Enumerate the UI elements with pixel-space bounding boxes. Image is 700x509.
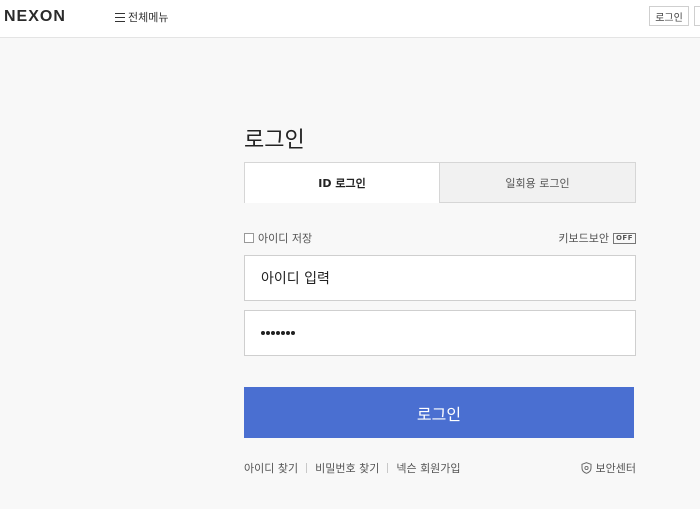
header-login-button[interactable]: 로그인 (649, 6, 689, 26)
find-password-link[interactable]: 비밀번호 찾기 (315, 460, 379, 476)
keyboard-security-state-badge: OFF (612, 232, 636, 244)
password-input[interactable] (244, 310, 636, 356)
signup-link[interactable]: 넥슨 회원가입 (396, 460, 460, 476)
hamburger-icon (115, 12, 125, 22)
password-mask-dot (266, 331, 270, 335)
login-tabs: ID 로그인 일회용 로그인 (244, 162, 636, 203)
tab-otp-login[interactable]: 일회용 로그인 (440, 162, 636, 203)
top-bar: NEXON 전체메뉴 로그인 (0, 0, 700, 38)
header-next-button[interactable] (694, 6, 700, 26)
password-mask-dot (286, 331, 290, 335)
full-menu-button[interactable]: 전체메뉴 (115, 9, 168, 25)
password-mask-dot (281, 331, 285, 335)
password-mask (261, 331, 295, 335)
shield-icon (581, 462, 592, 474)
footer-links: 아이디 찾기 비밀번호 찾기 넥슨 회원가입 보안센터 (244, 460, 636, 476)
password-mask-dot (291, 331, 295, 335)
id-input-value: 아이디 입력 (261, 271, 330, 287)
password-mask-dot (276, 331, 280, 335)
id-input[interactable]: 아이디 입력 (244, 255, 636, 301)
nexon-logo[interactable]: NEXON (4, 8, 66, 26)
remember-id[interactable]: 아이디 저장 (244, 230, 312, 246)
remember-id-checkbox[interactable] (244, 233, 254, 243)
keyboard-security-label: 키보드보안 (558, 232, 609, 245)
security-center-link[interactable]: 보안센터 (581, 460, 636, 476)
security-center-label: 보안센터 (595, 462, 636, 475)
page-title: 로그인 (244, 128, 305, 153)
keyboard-security-toggle[interactable]: 키보드보안 OFF (558, 230, 636, 246)
password-mask-dot (261, 331, 265, 335)
login-submit-button[interactable]: 로그인 (244, 387, 634, 438)
tab-id-login[interactable]: ID 로그인 (244, 162, 440, 203)
link-divider (387, 463, 389, 473)
remember-id-label: 아이디 저장 (258, 232, 313, 245)
link-divider (306, 463, 308, 473)
password-mask-dot (271, 331, 275, 335)
login-options: 아이디 저장 키보드보안 OFF (244, 230, 636, 246)
full-menu-label: 전체메뉴 (128, 11, 169, 24)
find-id-link[interactable]: 아이디 찾기 (244, 460, 298, 476)
